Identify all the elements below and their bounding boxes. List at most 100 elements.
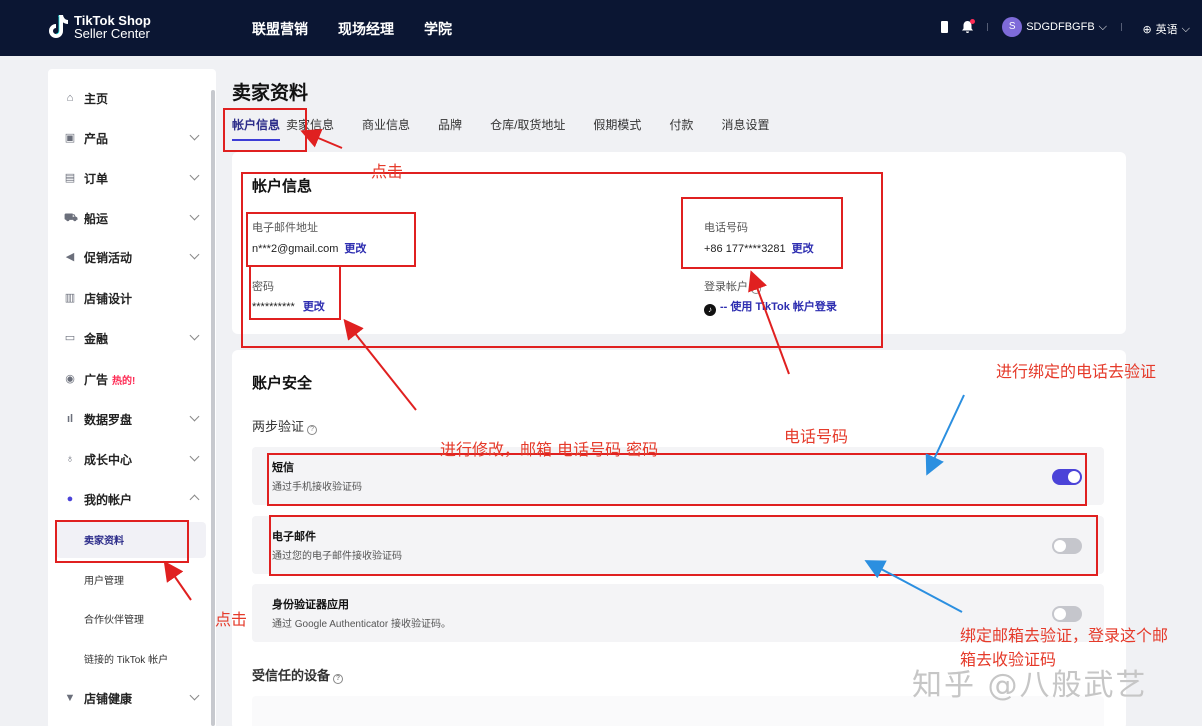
tiktok-logo-icon <box>46 13 68 41</box>
annotation-click-2: 点击 <box>215 610 248 629</box>
sidebar-item-label: 数据罗盘 <box>84 412 133 427</box>
chevron-down-icon <box>189 330 200 341</box>
nav-academy[interactable]: 学院 <box>424 19 452 39</box>
sidebar-item-promotions[interactable]: ◀ 促销活动 <box>64 247 208 267</box>
user-menu[interactable]: S SDGDFBGFB ⌵ <box>1002 17 1107 37</box>
mobile-icon[interactable] <box>941 21 949 33</box>
sidebar-item-my-account[interactable]: ● 我的帐户 <box>64 489 208 509</box>
two-step-text: 两步验证 <box>252 419 305 434</box>
truck-icon: ⛟ <box>64 212 78 224</box>
health-icon: ▼ <box>64 692 76 704</box>
top-nav: 联盟营销 现场经理 学院 <box>252 19 452 39</box>
tiktok-shop-logo[interactable]: TikTok Shop Seller Center <box>46 13 151 41</box>
chevron-down-icon <box>189 411 200 422</box>
sidebar-sub-item-user-management[interactable]: 用户管理 <box>84 572 124 587</box>
tab-business-info[interactable]: 商业信息 <box>362 116 410 141</box>
tab-message-settings[interactable]: 消息设置 <box>721 116 769 141</box>
sidebar-item-label: 船运 <box>84 211 109 226</box>
annotation-box-password <box>249 265 341 320</box>
globe-icon: ⊕ <box>1142 23 1152 36</box>
sidebar-scrollbar[interactable] <box>211 90 215 726</box>
user-name: SDGDFBGFB <box>1026 21 1095 33</box>
sidebar-item-data-compass[interactable]: ıl 数据罗盘 <box>64 409 208 429</box>
trusted-devices-text: 受信任的设备 <box>252 668 331 683</box>
sidebar-item-store-design[interactable]: ▥ 店铺设计 <box>64 288 208 308</box>
sidebar-item-growth-center[interactable]: ♁ 成长中心 <box>64 449 208 469</box>
nav-affiliate[interactable]: 联盟营销 <box>252 19 308 39</box>
annotation-modify: 进行修改，邮箱 电话号码 密码 <box>440 440 659 459</box>
sidebar-item-store-health[interactable]: ▼ 店铺健康 <box>64 688 208 708</box>
box-icon: ▣ <box>64 132 76 144</box>
annotation-verify-phone: 进行绑定的电话去验证 <box>996 362 1157 381</box>
card-icon: ▭ <box>64 332 76 344</box>
avatar: S <box>1002 17 1023 37</box>
sidebar-sub-item-partner-management[interactable]: 合作伙伴管理 <box>84 611 144 626</box>
ad-icon: ◉ <box>65 373 75 385</box>
chart-icon: ıl <box>66 413 74 425</box>
sidebar-item-finance[interactable]: ▭ 金融 <box>64 328 208 348</box>
authenticator-desc: 通过 Google Authenticator 接收验证码。 <box>272 619 451 630</box>
sidebar-sub-item-linked-tiktok[interactable]: 链接的 TikTok 帐户 <box>84 651 168 666</box>
top-bar: TikTok Shop Seller Center 联盟营销 现场经理 学院 S… <box>0 0 1202 56</box>
sidebar-item-label: 我的帐户 <box>84 492 133 507</box>
zhihu-watermark: 知乎 @八般武艺 <box>912 668 1148 703</box>
tab-brand[interactable]: 品牌 <box>438 116 462 141</box>
chevron-down-icon: ⌵ <box>1181 22 1190 35</box>
sidebar-item-label: 广告 <box>84 372 109 387</box>
chevron-down-icon <box>189 210 200 221</box>
chevron-down-icon <box>189 249 200 260</box>
store-icon: ▥ <box>64 292 76 304</box>
chevron-up-icon <box>189 494 200 505</box>
annotation-box-phone <box>681 197 843 269</box>
language-label: 英语 <box>1155 24 1178 36</box>
home-icon: ⌂ <box>66 92 74 104</box>
help-icon[interactable]: ? <box>307 425 318 435</box>
sidebar-item-label: 订单 <box>84 171 109 186</box>
authenticator-toggle[interactable] <box>1052 606 1082 622</box>
sidebar-item-orders[interactable]: ▤ 订单 <box>64 168 208 188</box>
chevron-down-icon <box>189 451 200 462</box>
tab-warehouse[interactable]: 仓库/取货地址 <box>490 116 565 141</box>
annotation-verify-email-line1: 绑定邮箱去验证，登录这个邮 <box>960 626 1169 645</box>
annotation-box-email <box>246 212 416 267</box>
sidebar-item-label: 促销活动 <box>84 250 133 265</box>
sidebar-item-label: 产品 <box>84 131 109 146</box>
sidebar-item-label: 主页 <box>84 91 109 106</box>
annotation-box-seller-profile <box>55 520 189 563</box>
tab-vacation-mode[interactable]: 假期模式 <box>593 116 641 141</box>
two-step-verification-label: 两步验证? <box>252 416 318 435</box>
order-icon: ▤ <box>64 172 76 184</box>
profile-tabs: 帐户信息 卖家信息 商业信息 品牌 仓库/取货地址 假期模式 付款 消息设置 <box>232 116 797 141</box>
account-security-heading: 账户安全 <box>252 375 313 392</box>
annotation-box-sms <box>267 453 1087 506</box>
hot-badge: 热的! <box>112 375 136 387</box>
notification-dot <box>970 19 976 24</box>
authenticator-title: 身份验证器应用 <box>272 599 349 611</box>
sidebar-item-shipping[interactable]: ⛟ 船运 <box>64 208 208 228</box>
megaphone-icon: ◀ <box>65 251 75 263</box>
chevron-down-icon <box>189 690 200 701</box>
page-title: 卖家资料 <box>232 83 309 104</box>
sidebar-item-products[interactable]: ▣ 产品 <box>64 128 208 148</box>
annotation-click-1: 点击 <box>371 162 404 181</box>
annotation-phone: 电话号码 <box>784 427 849 446</box>
medal-icon: ♁ <box>65 453 75 465</box>
user-icon: ● <box>66 493 74 505</box>
sidebar-item-label: 店铺健康 <box>84 691 133 706</box>
sidebar-item-label: 成长中心 <box>84 452 133 467</box>
sidebar-item-home[interactable]: ⌂ 主页 <box>64 88 208 108</box>
annotation-box-tab <box>223 108 307 152</box>
divider <box>1121 23 1122 31</box>
chevron-down-icon <box>189 130 200 141</box>
sidebar-item-label: 店铺设计 <box>84 291 133 306</box>
sidebar-item-label: 金融 <box>84 331 109 346</box>
bell-icon[interactable] <box>962 19 976 33</box>
help-icon[interactable]: ? <box>333 674 344 684</box>
sidebar-item-ads[interactable]: ◉ 广告 热的! <box>64 369 208 389</box>
tab-payment[interactable]: 付款 <box>669 116 693 141</box>
divider <box>987 23 989 31</box>
nav-live-manager[interactable]: 现场经理 <box>338 19 394 39</box>
chevron-down-icon <box>189 170 200 181</box>
logo-line2: Seller Center <box>74 26 150 41</box>
language-selector[interactable]: ⊕ 英语 ⌵ <box>1142 21 1190 37</box>
